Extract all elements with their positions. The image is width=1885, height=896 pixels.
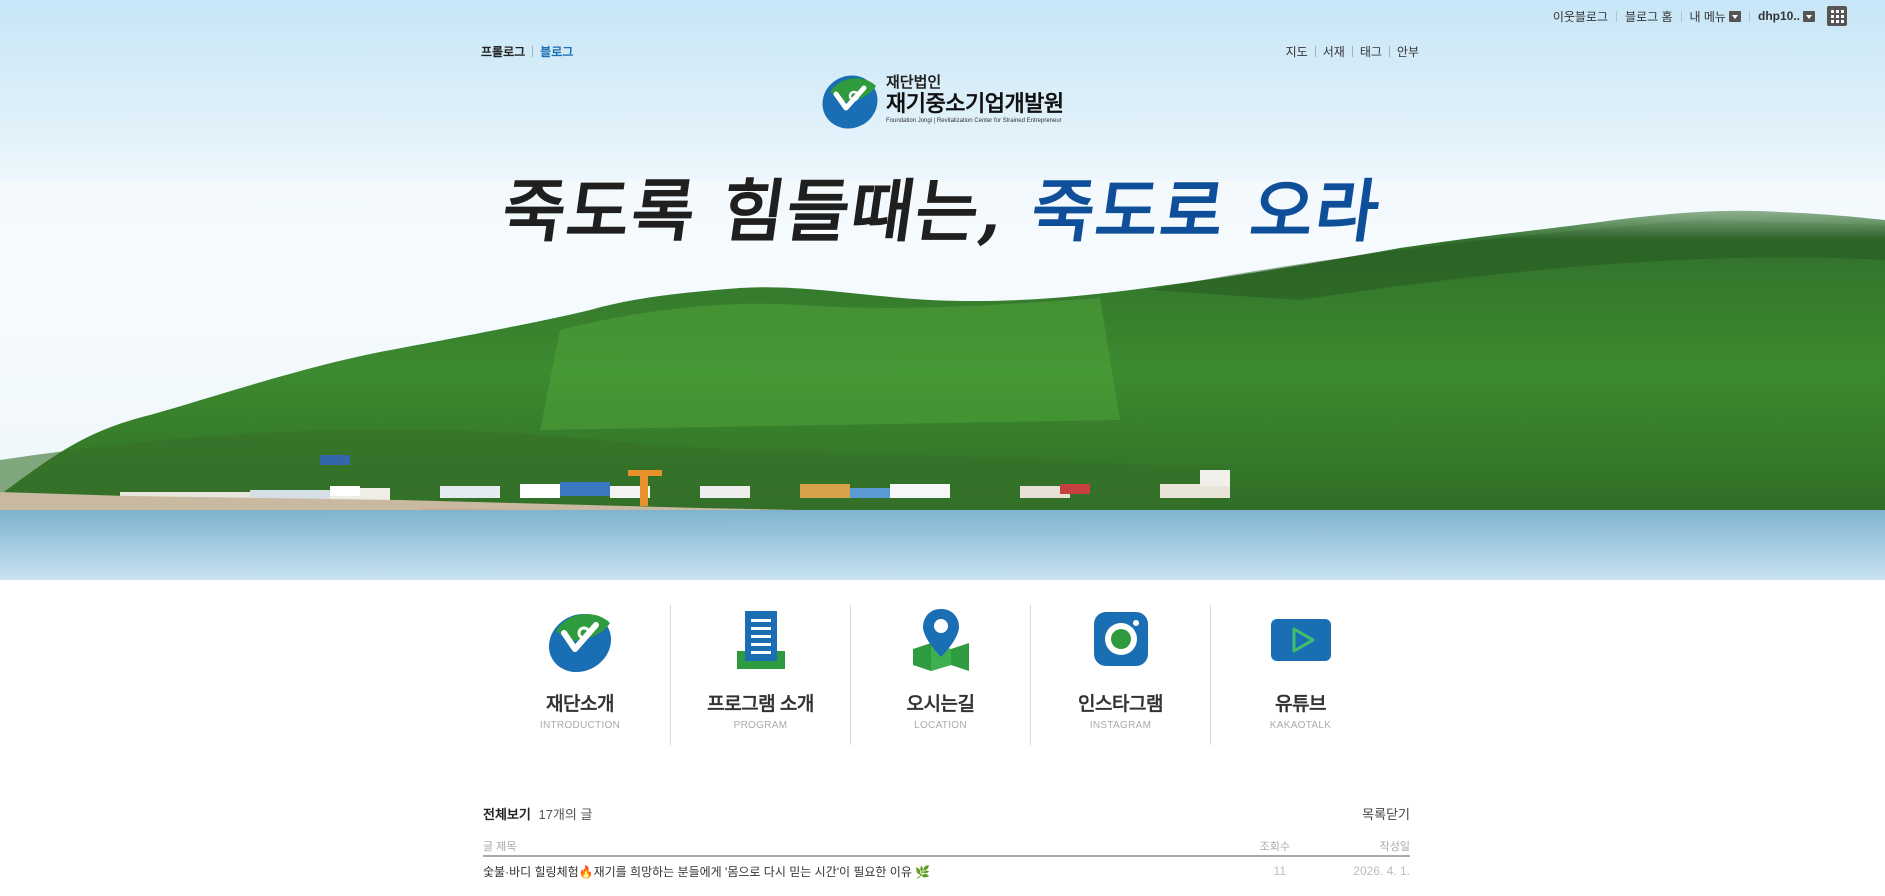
post-count: 17개의 글 (538, 806, 593, 822)
view-all-link[interactable]: 전체보기 (483, 807, 531, 822)
neighbor-blog-link[interactable]: 이웃블로그 (1553, 8, 1608, 25)
column-date: 작성일 (1379, 841, 1410, 853)
play-icon (1270, 619, 1331, 661)
quick-menu-title: 프로그램 소개 (707, 694, 814, 715)
quick-menu-instagram[interactable]: 인스타그램 INSTAGRAM (1030, 605, 1210, 745)
hero-headline: 죽도록 힘들때는, 죽도로 오라 (0, 156, 1885, 255)
headline-blue: 죽도로 오라 (1026, 172, 1386, 252)
foundation-logo-icon (822, 75, 878, 129)
quick-menu: 재단소개 INTRODUCTION 프로그램 소개 PROGRAM 오시는길 L… (490, 605, 1390, 745)
quick-menu-subtitle: KAKAOTALK (1269, 720, 1332, 731)
quick-menu-title: 인스타그램 (1078, 694, 1163, 715)
blog-menu: 지도 서재 태그 안부 (1286, 43, 1419, 60)
map-pin-icon (912, 609, 969, 671)
hero-banner: 이웃블로그 블로그 홈 내 메뉴 dhp10.. 프롤로그 블로그 지도 서재 … (0, 0, 1885, 580)
column-views: 조회수 (1259, 841, 1290, 853)
chevron-down-icon (1803, 10, 1815, 22)
table-row: 숯불·바디 힐링체험🔥재기를 희망하는 분들에게 '몸으로 다시 믿는 시간'이… (483, 857, 1410, 885)
post-views: 11 (1273, 864, 1286, 878)
my-menu-label: 내 메뉴 (1689, 9, 1726, 24)
divider (1388, 46, 1390, 57)
blog-home-link[interactable]: 블로그 홈 (1625, 8, 1673, 25)
menu-map[interactable]: 지도 (1286, 43, 1308, 60)
quick-menu-youtube[interactable]: 유튜브 KAKAOTALK (1210, 605, 1390, 745)
user-menu-button[interactable]: dhp10.. (1758, 9, 1815, 23)
blog-tabs: 프롤로그 블로그 (481, 43, 573, 60)
close-list-button[interactable]: 목록닫기 (1362, 804, 1410, 823)
quick-menu-subtitle: INTRODUCTION (539, 720, 621, 731)
divider (1616, 10, 1618, 22)
foundation-logo-icon (548, 613, 612, 673)
divider (1314, 46, 1316, 57)
quick-menu-subtitle: INSTAGRAM (1089, 720, 1152, 731)
document-icon (736, 611, 785, 669)
foundation-logo[interactable]: 재단법인 재기중소기업개발원 Foundation Jongi | Revita… (820, 72, 1072, 132)
quick-menu-title: 재단소개 (546, 694, 614, 715)
quick-menu-location[interactable]: 오시는길 LOCATION (850, 605, 1030, 745)
quick-menu-program[interactable]: 프로그램 소개 PROGRAM (670, 605, 850, 745)
headline-dark: 죽도록 힘들때는, (497, 172, 1012, 252)
post-list: 전체보기 17개의 글 목록닫기 글 제목 조회수 작성일 숯불·바디 힐링체험… (483, 802, 1410, 885)
post-list-header: 전체보기 17개의 글 목록닫기 (483, 802, 1410, 824)
menu-guestbook[interactable]: 안부 (1397, 43, 1419, 60)
quick-menu-subtitle: LOCATION (914, 720, 967, 731)
logo-line3: Foundation Jongi | Revitalization Center… (886, 118, 1062, 124)
tab-prologue[interactable]: 프롤로그 (481, 43, 525, 60)
quick-menu-title: 오시는길 (906, 694, 975, 715)
quick-menu-subtitle: PROGRAM (733, 720, 788, 731)
divider (1748, 10, 1750, 22)
my-menu-button[interactable]: 내 메뉴 (1690, 8, 1741, 25)
divider (1351, 46, 1353, 57)
column-title: 글 제목 (483, 841, 517, 853)
user-name: dhp10.. (1757, 9, 1800, 23)
divider (532, 46, 534, 57)
post-list-columns: 글 제목 조회수 작성일 (483, 837, 1410, 857)
logo-line2: 재기중소기업개발원 (886, 91, 1064, 116)
instagram-icon (1093, 612, 1148, 666)
divider (1680, 10, 1682, 22)
post-title-link[interactable]: 숯불·바디 힐링체험🔥재기를 희망하는 분들에게 '몸으로 다시 믿는 시간'이… (483, 863, 1220, 880)
menu-tag[interactable]: 태그 (1360, 43, 1382, 60)
post-date: 2026. 4. 1. (1353, 864, 1410, 878)
menu-library[interactable]: 서재 (1323, 43, 1345, 60)
chevron-down-icon (1728, 10, 1741, 22)
quick-menu-title: 유튜브 (1275, 694, 1326, 715)
grid-icon[interactable] (1827, 6, 1847, 26)
logo-line1: 재단법인 (886, 74, 942, 91)
quick-menu-introduction[interactable]: 재단소개 INTRODUCTION (490, 605, 670, 745)
utility-bar: 이웃블로그 블로그 홈 내 메뉴 dhp10.. (1553, 6, 1847, 26)
tab-blog[interactable]: 블로그 (540, 43, 573, 60)
